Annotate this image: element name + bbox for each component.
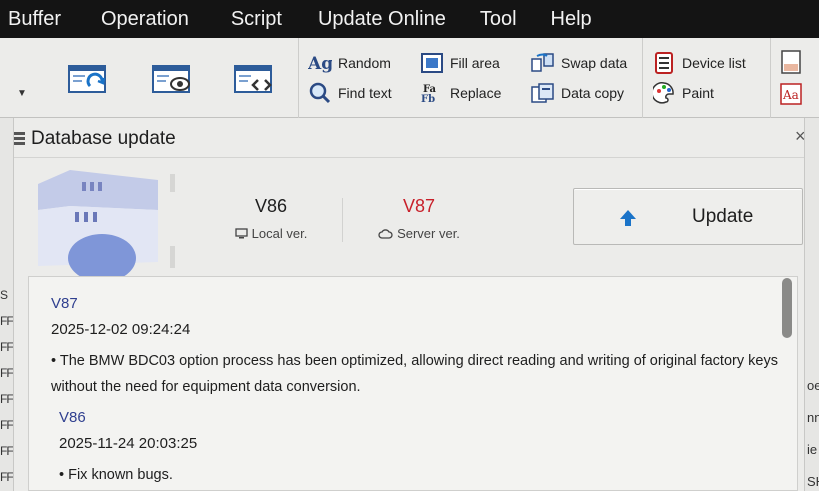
right-fragment: oe xyxy=(807,378,819,393)
ribbon-toolbar: ▼ Ag Random Find text Fill area Fa Fb Re… xyxy=(0,38,819,118)
cloud-icon xyxy=(378,229,393,239)
magnifier-icon xyxy=(308,82,332,104)
find-text-button[interactable]: Find text xyxy=(308,82,392,104)
local-version-label: Local ver. xyxy=(251,226,308,241)
local-version-caption: Local ver. xyxy=(218,226,324,241)
dialog-title: Database update xyxy=(31,128,176,149)
replace-label: Replace xyxy=(450,85,502,101)
local-version-value: V86 xyxy=(254,196,288,216)
left-fragment: FF xyxy=(0,418,13,432)
find-text-label: Find text xyxy=(338,85,392,101)
release-note-v86: V86 2025-11-24 20:03:25 • Fix known bugs… xyxy=(59,409,779,488)
window-code-icon[interactable] xyxy=(234,64,274,96)
device-list-label: Device list xyxy=(682,55,746,71)
right-background-strip: oe nn ie SH xyxy=(804,118,819,491)
server-version-block: V87 Server ver. xyxy=(362,196,476,241)
paint-button[interactable]: Paint xyxy=(652,82,714,104)
monitor-icon xyxy=(235,228,248,239)
local-version-block: V86 Local ver. xyxy=(218,196,324,241)
ag-random-icon: Ag xyxy=(308,52,332,74)
fill-area-button[interactable]: Fill area xyxy=(420,52,500,74)
menu-tool[interactable]: Tool xyxy=(474,8,523,31)
font-tool-icon[interactable]: Aa xyxy=(780,82,804,111)
text-tool-icon[interactable] xyxy=(780,50,804,79)
left-fragment: FF xyxy=(0,340,13,354)
release-note-v87: V87 2025-12-02 09:24:24 • The BMW BDC03 … xyxy=(51,295,781,400)
arrow-up-icon xyxy=(619,209,637,232)
right-fragment: nn xyxy=(807,410,819,425)
replace-icon: Fa Fb xyxy=(420,82,444,104)
paint-label: Paint xyxy=(682,85,714,101)
menu-help[interactable]: Help xyxy=(545,8,598,31)
left-fragment: S xyxy=(0,288,8,302)
update-button-label: Update xyxy=(692,206,754,227)
svg-text:Ag: Ag xyxy=(308,54,332,73)
replace-button[interactable]: Fa Fb Replace xyxy=(420,82,501,104)
dialog-header: Database update × xyxy=(0,118,819,158)
update-button[interactable]: Update xyxy=(573,188,803,245)
note-date: 2025-11-24 20:03:25 xyxy=(59,435,198,452)
database-server-illustration xyxy=(30,166,180,282)
right-fragment: ie xyxy=(807,442,818,457)
chevron-down-icon[interactable]: ▼ xyxy=(17,88,27,99)
database-update-dialog: Database update × V86 Local ver. V87 Ser… xyxy=(0,118,819,491)
window-view-icon[interactable] xyxy=(152,64,192,96)
swap-data-button[interactable]: Swap data xyxy=(531,52,627,74)
left-background-strip: S FF FF FF FF FF FF FF xyxy=(0,118,14,491)
menu-buffer[interactable]: Buffer xyxy=(2,8,67,31)
random-label: Random xyxy=(338,55,391,71)
svg-text:Fb: Fb xyxy=(421,94,435,104)
data-copy-button[interactable]: Data copy xyxy=(531,82,624,104)
svg-text:Aa: Aa xyxy=(782,88,799,102)
server-version-caption: Server ver. xyxy=(362,226,476,241)
version-divider xyxy=(342,198,343,242)
swap-icon xyxy=(531,52,555,74)
menu-update-online[interactable]: Update Online xyxy=(312,8,452,31)
note-version: V87 xyxy=(51,295,78,312)
release-notes-panel[interactable]: V87 2025-12-02 09:24:24 • The BMW BDC03 … xyxy=(28,276,798,491)
left-fragment: FF xyxy=(0,314,13,328)
database-icon xyxy=(12,131,26,145)
notes-scrollbar[interactable] xyxy=(782,278,792,338)
palette-icon xyxy=(652,82,676,104)
note-date: 2025-12-02 09:24:24 xyxy=(51,321,191,338)
fill-area-icon xyxy=(420,52,444,74)
left-fragment: FF xyxy=(0,470,13,484)
server-version-value: V87 xyxy=(402,196,436,216)
note-version: V86 xyxy=(59,409,86,426)
swap-data-label: Swap data xyxy=(561,55,628,71)
left-fragment: FF xyxy=(0,366,13,380)
data-copy-icon xyxy=(531,82,555,104)
left-fragment: FF xyxy=(0,444,13,458)
fill-area-label: Fill area xyxy=(450,55,500,71)
menu-script[interactable]: Script xyxy=(225,8,288,31)
device-list-button[interactable]: Device list xyxy=(652,52,746,74)
menubar: Buffer Operation Script Update Online To… xyxy=(0,0,819,38)
note-text: • Fix known bugs. xyxy=(59,467,173,483)
right-fragment: SH xyxy=(807,474,819,489)
window-refresh-icon[interactable] xyxy=(68,64,108,96)
server-version-label: Server ver. xyxy=(397,226,460,241)
random-button[interactable]: Ag Random xyxy=(308,52,391,74)
note-text: • The BMW BDC03 option process has been … xyxy=(51,353,778,395)
menu-operation[interactable]: Operation xyxy=(95,8,195,31)
data-copy-label: Data copy xyxy=(561,85,625,101)
left-fragment: FF xyxy=(0,392,13,406)
device-list-icon xyxy=(652,52,676,74)
